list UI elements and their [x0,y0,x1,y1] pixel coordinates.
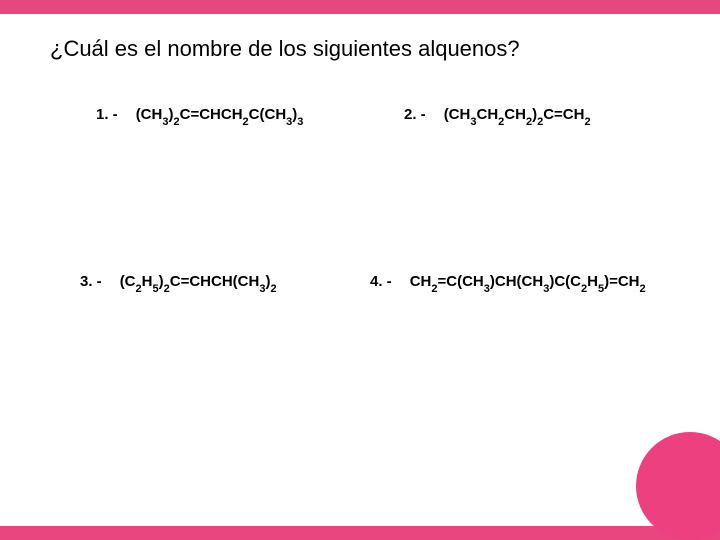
question-1: 1. - (CH3)2C=CHCH2C(CH3)3 [96,106,404,123]
question-4-formula: CH2=C(CH3)CH(CH3)C(C2H5)=CH2 [410,273,646,290]
question-3-number: 3. - [80,273,102,290]
slide-title: ¿Cuál es el nombre de los siguientes alq… [50,36,686,62]
row-1: 1. - (CH3)2C=CHCH2C(CH3)3 2. - (CH3CH2CH… [50,106,686,123]
question-2: 2. - (CH3CH2CH2)2C=CH2 [404,106,591,123]
question-2-number: 2. - [404,106,426,123]
question-3: 3. - (C2H5)2C=CHCH(CH3)2 [80,273,370,290]
question-1-number: 1. - [96,106,118,123]
slide-content: ¿Cuál es el nombre de los siguientes alq… [0,14,720,526]
question-4-number: 4. - [370,273,392,290]
question-2-formula: (CH3CH2CH2)2C=CH2 [444,106,591,123]
question-3-formula: (C2H5)2C=CHCH(CH3)2 [120,273,277,290]
question-4: 4. - CH2=C(CH3)CH(CH3)C(C2H5)=CH2 [370,273,646,290]
question-1-formula: (CH3)2C=CHCH2C(CH3)3 [136,106,304,123]
row-2: 3. - (C2H5)2C=CHCH(CH3)2 4. - CH2=C(CH3)… [50,273,686,290]
